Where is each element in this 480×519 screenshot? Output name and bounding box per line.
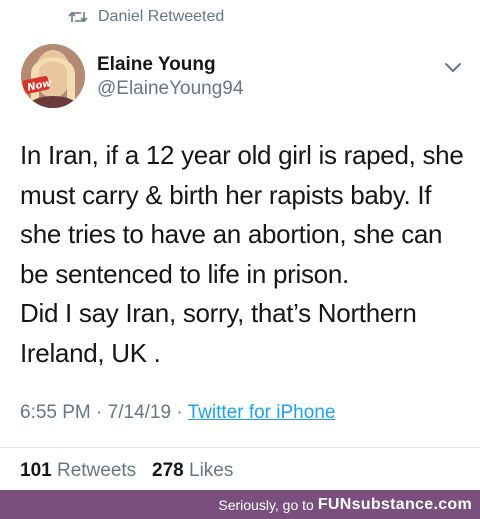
tweet-line: Did I say Iran, sorry, that’s Northern — [20, 298, 417, 328]
watermark-brand: FUNsubstance.com — [317, 495, 472, 513]
chevron-down-icon[interactable] — [444, 60, 462, 74]
retweet-banner: Daniel Retweeted — [68, 8, 224, 26]
tweet-line: she tries to have an abortion, she can — [20, 219, 443, 249]
tweet-time: 6:55 PM — [20, 402, 91, 423]
retweet-icon — [68, 11, 88, 23]
tweet-line: must carry & birth her rapists baby. If — [20, 179, 432, 210]
tweet-text: In Iran, if a 12 year old girl is raped,… — [20, 136, 470, 373]
tweet-source-link[interactable]: Twitter for iPhone — [188, 402, 336, 423]
watermark-bar: Seriously, go to FUNsubstance.com — [0, 490, 480, 519]
retweet-banner-text[interactable]: Daniel Retweeted — [98, 8, 224, 26]
divider — [0, 447, 480, 448]
meta-separator: · — [176, 402, 183, 423]
author-display-name[interactable]: Elaine Young — [97, 53, 243, 77]
tweet-meta: 6:55 PM · 7/14/19 · Twitter for iPhone — [20, 402, 335, 424]
retweets-stat[interactable]: 101 Retweets — [20, 460, 141, 481]
tweet-line: In Iran, if a 12 year old girl is raped,… — [20, 140, 464, 170]
tweet-line: Ireland, UK . — [20, 337, 161, 368]
watermark-prefix: Seriously, go to — [218, 496, 314, 513]
tweet-line: be sentenced to life in prison. — [20, 258, 349, 289]
author-handle[interactable]: @ElaineYoung94 — [97, 77, 243, 101]
avatar[interactable]: Now — [21, 44, 85, 108]
tweet-date: 7/14/19 — [107, 402, 172, 423]
retweets-count: 101 — [20, 460, 52, 481]
retweets-label: Retweets — [56, 460, 137, 481]
author-block[interactable]: Elaine Young @ElaineYoung94 — [97, 53, 243, 101]
likes-stat[interactable]: 278 Likes — [152, 460, 233, 481]
likes-label: Likes — [189, 460, 234, 481]
likes-count: 278 — [152, 460, 184, 481]
tweet-stats: 101 Retweets 278 Likes — [20, 460, 233, 482]
meta-separator: · — [96, 402, 103, 423]
